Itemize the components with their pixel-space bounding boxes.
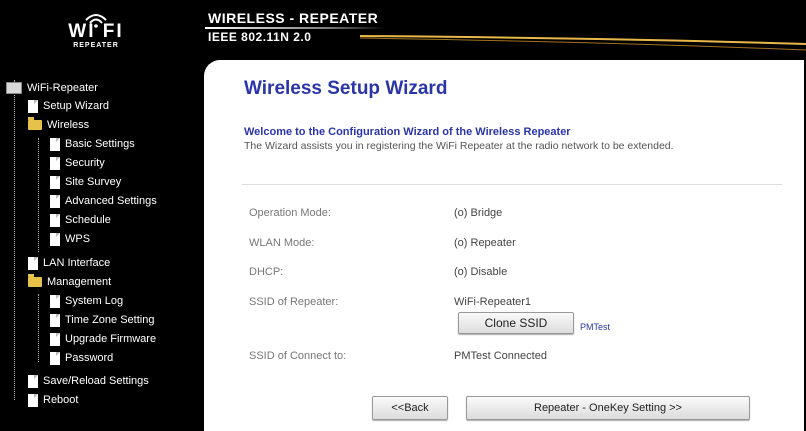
sidebar-item-label: WiFi-Repeater — [27, 82, 98, 94]
sidebar-item-reboot[interactable]: Reboot — [28, 392, 78, 408]
sidebar-item-label: Wireless — [47, 119, 90, 131]
document-icon — [28, 393, 38, 407]
clone-ssid-button[interactable]: Clone SSID — [458, 312, 574, 334]
document-icon — [50, 294, 60, 308]
sidebar-item-schedule[interactable]: Schedule — [50, 212, 111, 228]
ssid-of-repeater-value: WiFi-Repeater1 — [454, 296, 532, 308]
document-icon — [50, 313, 60, 327]
wlan-mode-label: WLAN Mode: — [249, 237, 315, 249]
onekey-setting-button[interactable]: Repeater - OneKey Setting >> — [466, 396, 750, 420]
ssid-of-connect-to-label: SSID of Connect to: — [249, 350, 347, 362]
document-icon — [50, 232, 60, 246]
sidebar-item-setup-wizard[interactable]: Setup Wizard — [28, 98, 109, 114]
header-subtitle: IEEE 802.11N 2.0 — [208, 30, 312, 44]
wizard-description: The Wizard assists you in registering th… — [244, 140, 674, 152]
sidebar-item-site-survey[interactable]: Site Survey — [50, 174, 121, 190]
sidebar-item-label: Reboot — [43, 394, 79, 406]
dhcp-label: DHCP: — [249, 266, 284, 278]
document-icon — [50, 156, 60, 170]
tree-line — [14, 80, 15, 400]
sidebar-item-upgrade-firmware[interactable]: Upgrade Firmware — [50, 331, 156, 347]
page-title: Wireless Setup Wizard — [244, 78, 448, 99]
folder-icon — [28, 274, 42, 288]
sidebar-item-advanced-settings[interactable]: Advanced Settings — [50, 193, 157, 209]
ssid-of-connect-to-value: PMTest Connected — [454, 350, 547, 362]
sidebar-item-wifi-repeater[interactable]: WiFi-Repeater — [6, 80, 98, 96]
operation-mode-value[interactable]: (o) Bridge — [454, 207, 502, 219]
sidebar-item-label: Setup Wizard — [43, 100, 110, 112]
sidebar-item-system-log[interactable]: System Log — [50, 293, 123, 309]
operation-mode-label: Operation Mode: — [249, 207, 331, 219]
sidebar-item-label: Schedule — [65, 214, 111, 226]
router-admin-page: WI FI REPEATER WIRELESS - REPEATER IEEE … — [0, 0, 806, 431]
wlan-mode-value[interactable]: (o) Repeater — [454, 237, 516, 249]
clone-ssid-hint: PMTest — [580, 322, 611, 332]
sidebar-item-password[interactable]: Password — [50, 350, 113, 366]
wifi-repeater-logo: WI FI REPEATER — [36, 12, 156, 56]
header-title: WIRELESS - REPEATER — [208, 10, 379, 26]
document-icon — [50, 213, 60, 227]
sidebar-item-save-reload-settings[interactable]: Save/Reload Settings — [28, 373, 149, 389]
tree-line — [38, 294, 39, 362]
divider — [242, 184, 782, 185]
welcome-heading: Welcome to the Configuration Wizard of t… — [244, 126, 571, 138]
sidebar-item-label: Advanced Settings — [65, 195, 157, 207]
header: WI FI REPEATER WIRELESS - REPEATER IEEE … — [0, 0, 806, 62]
sidebar-tree: WiFi-Repeater Setup Wizard Wireless Basi… — [0, 62, 200, 431]
sidebar-item-label: WPS — [65, 233, 91, 245]
document-icon — [28, 374, 38, 388]
sidebar-item-lan-interface[interactable]: LAN Interface — [28, 255, 110, 271]
sidebar-item-security[interactable]: Security — [50, 155, 105, 171]
sidebar-item-wps[interactable]: WPS — [50, 231, 90, 247]
document-icon — [28, 256, 38, 270]
back-button[interactable]: <<Back — [372, 396, 448, 420]
sidebar-item-label: Security — [65, 157, 105, 169]
sidebar-item-wireless[interactable]: Wireless — [28, 117, 89, 133]
sidebar-item-label: Basic Settings — [65, 138, 135, 150]
document-icon — [28, 99, 38, 113]
wizard-panel: Wireless Setup Wizard Welcome to the Con… — [204, 60, 804, 431]
document-icon — [50, 175, 60, 189]
logo-subtext: REPEATER — [73, 42, 119, 49]
sidebar-item-label: Site Survey — [65, 176, 122, 188]
computer-icon — [6, 82, 22, 95]
document-icon — [50, 194, 60, 208]
document-icon — [50, 332, 60, 346]
sidebar-item-management[interactable]: Management — [28, 274, 111, 290]
sidebar-item-label: Time Zone Setting — [65, 314, 155, 326]
ssid-of-repeater-label: SSID of Repeater: — [249, 296, 339, 308]
sidebar-item-label: Management — [47, 276, 112, 288]
folder-icon — [28, 117, 42, 131]
document-icon — [50, 137, 60, 151]
wifi-signal-icon — [85, 14, 107, 28]
tree-line — [38, 138, 39, 252]
header-divider — [205, 27, 385, 29]
sidebar-item-label: Password — [65, 352, 114, 364]
sidebar-item-label: System Log — [65, 295, 124, 307]
dhcp-value[interactable]: (o) Disable — [454, 266, 507, 278]
sidebar-item-label: Upgrade Firmware — [65, 333, 157, 345]
sidebar-item-label: Save/Reload Settings — [43, 375, 149, 387]
sidebar-item-label: LAN Interface — [43, 257, 111, 269]
sidebar-item-time-zone-setting[interactable]: Time Zone Setting — [50, 312, 154, 328]
document-icon — [50, 351, 60, 365]
sidebar-item-basic-settings[interactable]: Basic Settings — [50, 136, 135, 152]
